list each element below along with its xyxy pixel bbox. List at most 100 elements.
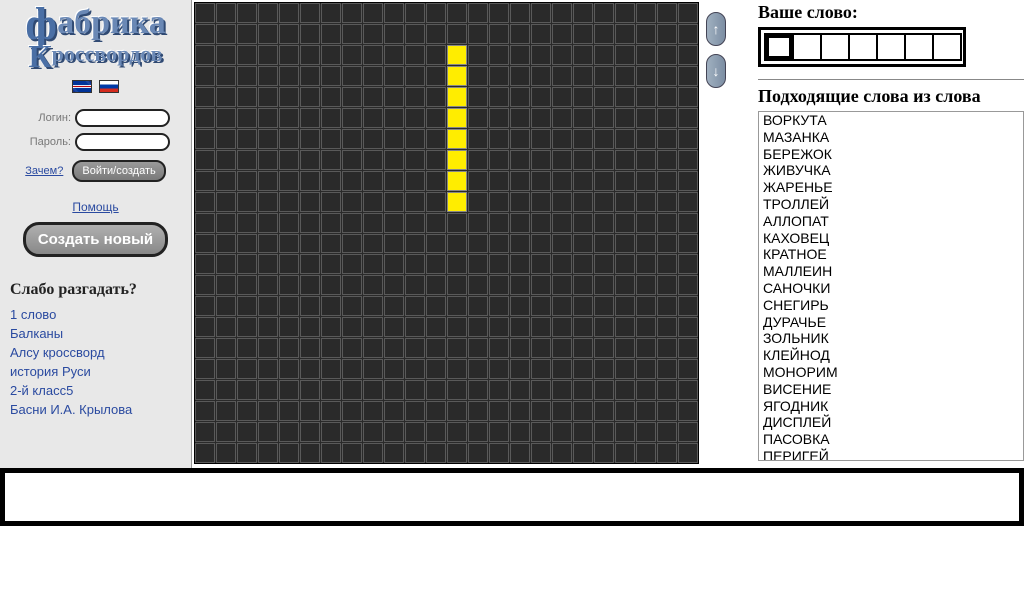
grid-cell[interactable] [342, 380, 362, 400]
grid-cell[interactable] [636, 171, 656, 191]
grid-cell[interactable] [321, 129, 341, 149]
grid-cell[interactable] [552, 380, 572, 400]
grid-cell[interactable] [363, 213, 383, 233]
grid-cell[interactable] [510, 87, 530, 107]
grid-cell[interactable] [300, 422, 320, 442]
grid-cell[interactable] [342, 150, 362, 170]
grid-cell[interactable] [342, 359, 362, 379]
grid-cell[interactable] [615, 317, 635, 337]
grid-cell[interactable] [300, 45, 320, 65]
grid-cell[interactable] [447, 24, 467, 44]
grid-cell[interactable] [573, 380, 593, 400]
grid-cell[interactable] [594, 317, 614, 337]
grid-cell[interactable] [489, 171, 509, 191]
grid-cell[interactable] [531, 171, 551, 191]
grid-cell[interactable] [237, 129, 257, 149]
word-letter-box[interactable] [904, 33, 934, 61]
grid-cell[interactable] [321, 254, 341, 274]
grid-cell[interactable] [573, 3, 593, 23]
grid-cell[interactable] [657, 422, 677, 442]
grid-cell[interactable] [552, 254, 572, 274]
suggested-word[interactable]: АЛЛОПАТ [759, 213, 1023, 230]
grid-cell[interactable] [237, 24, 257, 44]
grid-cell[interactable] [384, 150, 404, 170]
grid-cell[interactable] [447, 380, 467, 400]
grid-cell[interactable] [615, 254, 635, 274]
grid-cell[interactable] [489, 129, 509, 149]
grid-cell[interactable] [363, 359, 383, 379]
grid-cell[interactable] [279, 234, 299, 254]
grid-cell[interactable] [195, 359, 215, 379]
grid-cell[interactable] [321, 66, 341, 86]
grid-cell[interactable] [657, 443, 677, 463]
grid-cell[interactable] [216, 3, 236, 23]
grid-cell[interactable] [405, 192, 425, 212]
crossword-grid[interactable] [194, 2, 699, 464]
grid-cell[interactable] [195, 275, 215, 295]
grid-cell[interactable] [594, 171, 614, 191]
grid-cell[interactable] [405, 359, 425, 379]
grid-cell[interactable] [237, 401, 257, 421]
password-input[interactable] [75, 133, 170, 151]
grid-cell[interactable] [258, 296, 278, 316]
grid-cell[interactable] [615, 213, 635, 233]
suggested-word[interactable]: ПАСОВКА [759, 431, 1023, 448]
grid-cell[interactable] [279, 401, 299, 421]
grid-cell[interactable] [258, 66, 278, 86]
challenge-link[interactable]: 2-й класс5 [10, 381, 181, 400]
grid-cell[interactable] [657, 254, 677, 274]
grid-cell[interactable] [678, 66, 698, 86]
grid-cell[interactable] [489, 254, 509, 274]
grid-cell[interactable] [426, 87, 446, 107]
why-link[interactable]: Зачем? [25, 165, 63, 177]
grid-cell[interactable] [678, 24, 698, 44]
grid-cell[interactable] [384, 24, 404, 44]
suggested-word[interactable]: КРАТНОЕ [759, 246, 1023, 263]
grid-cell[interactable] [489, 213, 509, 233]
grid-cell[interactable] [594, 213, 614, 233]
grid-cell[interactable] [384, 380, 404, 400]
grid-cell[interactable] [573, 317, 593, 337]
grid-cell[interactable] [195, 87, 215, 107]
grid-cell[interactable] [573, 254, 593, 274]
grid-cell[interactable] [468, 401, 488, 421]
grid-cell[interactable] [657, 24, 677, 44]
grid-cell[interactable] [258, 87, 278, 107]
grid-cell[interactable] [279, 213, 299, 233]
grid-cell[interactable] [510, 296, 530, 316]
grid-cell[interactable] [657, 359, 677, 379]
grid-cell[interactable] [300, 338, 320, 358]
grid-cell[interactable] [573, 192, 593, 212]
grid-cell[interactable] [258, 129, 278, 149]
suggested-word[interactable]: ЖИВУЧКА [759, 162, 1023, 179]
grid-cell[interactable] [636, 87, 656, 107]
flag-ru-icon[interactable] [99, 80, 119, 93]
word-letter-box[interactable] [876, 33, 906, 61]
grid-cell[interactable] [321, 338, 341, 358]
grid-cell[interactable] [342, 24, 362, 44]
grid-cell[interactable] [258, 317, 278, 337]
flag-uk-icon[interactable] [72, 80, 92, 93]
grid-cell[interactable] [426, 275, 446, 295]
grid-cell[interactable] [363, 150, 383, 170]
grid-cell[interactable] [195, 338, 215, 358]
grid-cell[interactable] [384, 66, 404, 86]
grid-cell[interactable] [552, 171, 572, 191]
grid-cell[interactable] [321, 213, 341, 233]
grid-cell[interactable] [552, 443, 572, 463]
grid-cell[interactable] [363, 192, 383, 212]
grid-cell[interactable] [258, 24, 278, 44]
grid-cell[interactable] [279, 3, 299, 23]
grid-cell[interactable] [468, 380, 488, 400]
login-submit-button[interactable]: Войти/создать [72, 160, 165, 182]
grid-cell[interactable] [195, 192, 215, 212]
grid-cell[interactable] [594, 3, 614, 23]
grid-cell[interactable] [216, 422, 236, 442]
grid-cell[interactable] [657, 317, 677, 337]
grid-cell[interactable] [657, 401, 677, 421]
grid-cell[interactable] [321, 443, 341, 463]
grid-cell[interactable] [405, 401, 425, 421]
grid-cell[interactable] [363, 422, 383, 442]
create-new-button[interactable]: Создать новый [23, 222, 168, 257]
grid-cell[interactable] [552, 66, 572, 86]
